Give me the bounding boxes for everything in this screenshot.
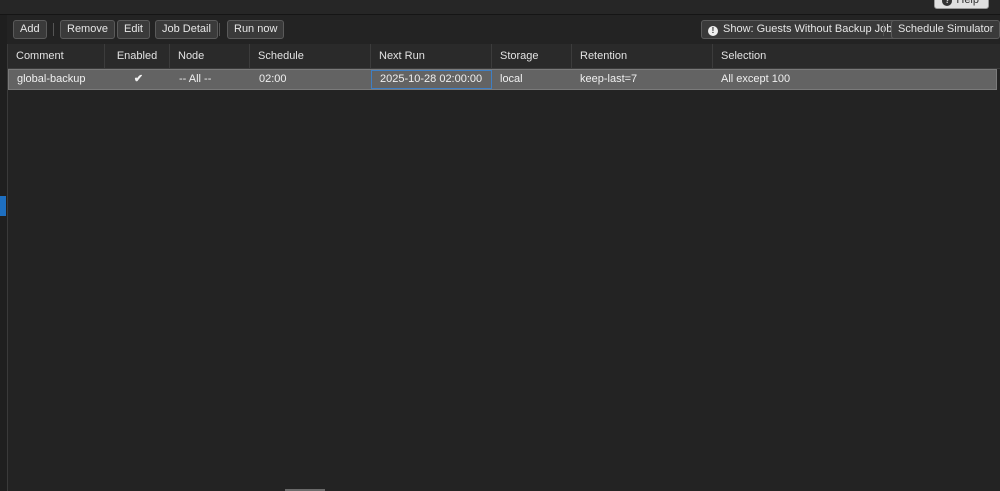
cell-storage: local (500, 73, 523, 85)
add-button[interactable]: Add (13, 20, 47, 39)
remove-button[interactable]: Remove (60, 20, 115, 39)
show-guests-without-backup-button[interactable]: ! Show: Guests Without Backup Job (701, 20, 900, 39)
toolbar-separator (883, 23, 884, 36)
cell-schedule: 02:00 (259, 73, 287, 85)
column-header-schedule[interactable]: Schedule (250, 44, 371, 68)
backup-jobs-panel: ? Help Add Remove Edit Job Detail Run no… (0, 0, 1000, 491)
backup-jobs-grid: Comment Enabled Node Schedule Next Run S… (7, 44, 1000, 491)
cell-next-run: 2025-10-28 02:00:00 (371, 70, 492, 89)
question-icon: ? (942, 0, 953, 6)
column-header-enabled[interactable]: Enabled (105, 44, 170, 68)
job-detail-button[interactable]: Job Detail (155, 20, 218, 39)
top-strip: ? Help (0, 0, 1000, 15)
edit-button[interactable]: Edit (117, 20, 150, 39)
column-header-storage[interactable]: Storage (492, 44, 572, 68)
column-header-next-run[interactable]: Next Run (371, 44, 492, 68)
toolbar-separator (53, 23, 54, 36)
help-button[interactable]: ? Help (934, 0, 989, 9)
cell-node: -- All -- (179, 73, 212, 85)
column-header-selection[interactable]: Selection (713, 44, 1000, 68)
show-guests-label: Show: Guests Without Backup Job (723, 23, 893, 35)
grid-header: Comment Enabled Node Schedule Next Run S… (8, 44, 1000, 69)
selected-nav-marker (0, 196, 6, 216)
column-header-comment[interactable]: Comment (8, 44, 105, 68)
run-now-button[interactable]: Run now (227, 20, 285, 39)
schedule-simulator-button[interactable]: Schedule Simulator (891, 20, 1000, 39)
cell-retention: keep-last=7 (580, 73, 638, 85)
toolbar: Add Remove Edit Job Detail Run now ! Show… (7, 15, 1000, 43)
warning-icon: ! (708, 26, 718, 36)
toolbar-separator (219, 23, 220, 36)
cell-selection: All except 100 (721, 73, 791, 85)
help-button-label: Help (956, 0, 979, 6)
cell-comment: global-backup (17, 73, 86, 85)
enabled-check-icon: ✔ (133, 73, 144, 85)
table-row[interactable]: global-backup ✔ -- All -- 02:00 2025-10-… (8, 69, 997, 90)
left-sidebar-edge (0, 15, 7, 491)
column-header-retention[interactable]: Retention (572, 44, 713, 68)
column-header-node[interactable]: Node (170, 44, 250, 68)
